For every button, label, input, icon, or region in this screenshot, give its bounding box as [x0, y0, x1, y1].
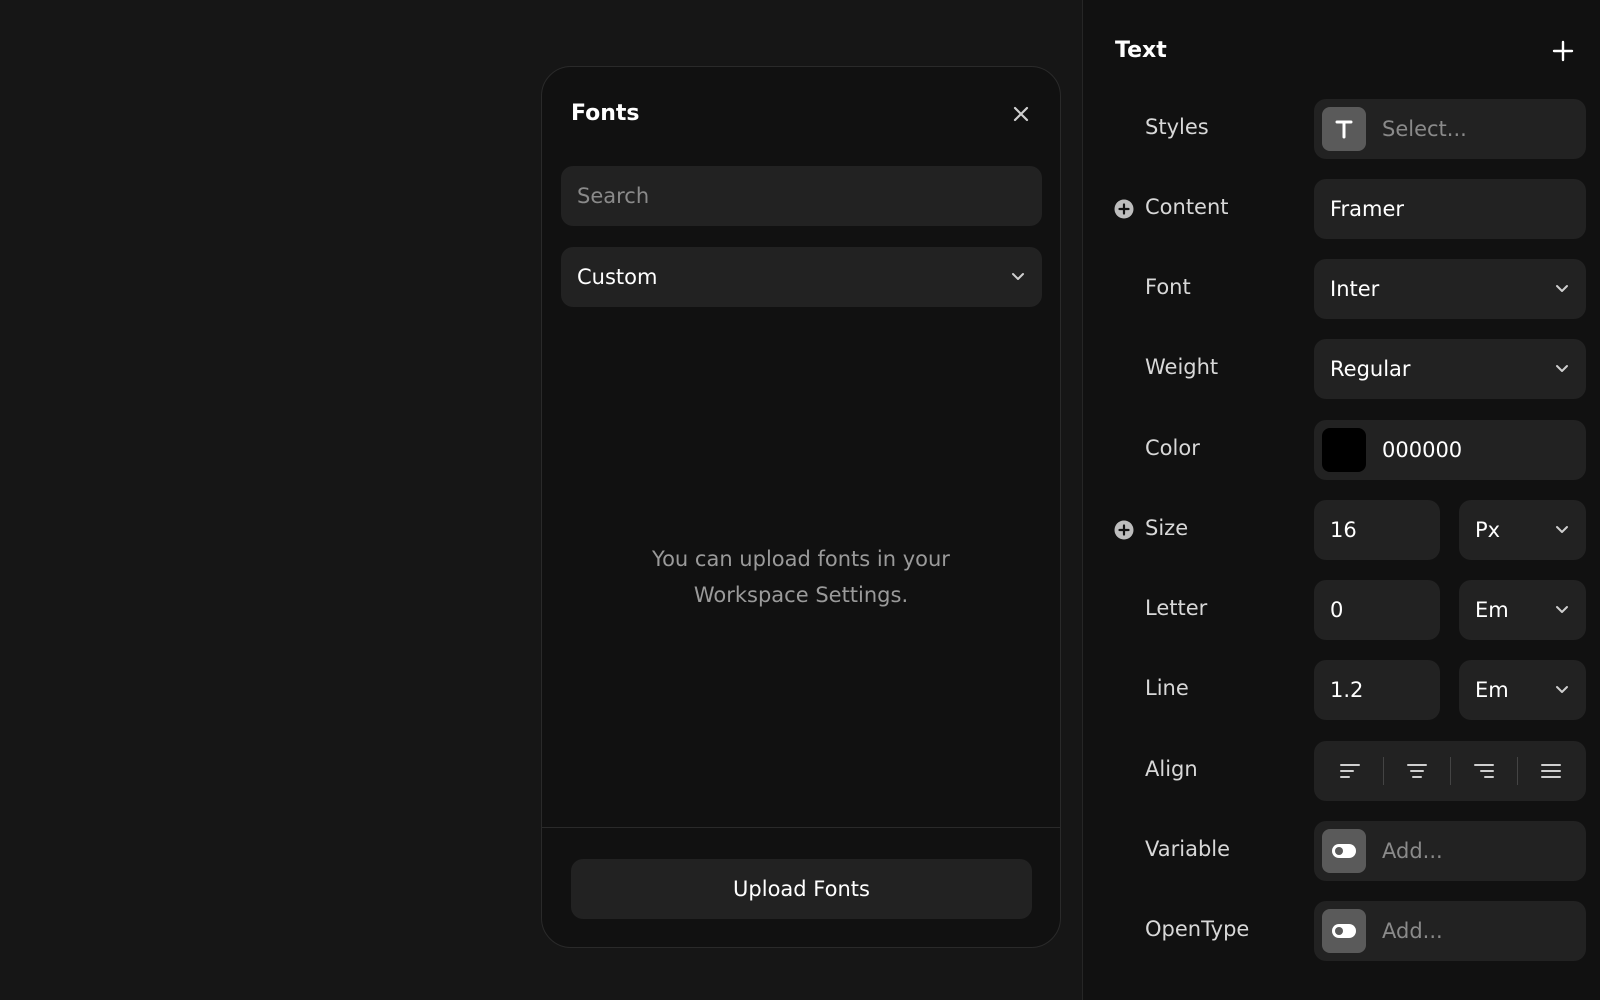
font-row: Font Inter	[1083, 259, 1600, 319]
add-text-style-button[interactable]	[1548, 36, 1578, 66]
align-label: Align	[1145, 757, 1198, 781]
size-unit-select[interactable]: Px	[1459, 500, 1586, 560]
chevron-down-icon	[1556, 365, 1568, 372]
properties-panel: Text Styles Select... Content Framer Fon…	[1082, 0, 1600, 1000]
upload-fonts-button[interactable]: Upload Fonts	[571, 859, 1032, 919]
align-separator	[1516, 757, 1518, 785]
weight-row: Weight Regular	[1083, 339, 1600, 399]
line-value: 1.2	[1330, 678, 1364, 702]
toggle-icon	[1322, 829, 1366, 873]
chevron-down-icon	[1556, 526, 1568, 533]
color-value: 000000	[1382, 438, 1463, 462]
line-unit-select[interactable]: Em	[1459, 660, 1586, 720]
styles-label: Styles	[1145, 115, 1209, 139]
styles-row: Styles Select...	[1083, 99, 1600, 159]
size-row: Size 16 Px	[1083, 500, 1600, 560]
empty-state-message: You can upload fonts in your Workspace S…	[602, 541, 1000, 613]
align-segmented-control	[1314, 741, 1586, 801]
opentype-placeholder: Add...	[1382, 919, 1443, 943]
fonts-divider	[542, 827, 1060, 828]
variable-field[interactable]: Add...	[1314, 821, 1586, 881]
add-circle-icon[interactable]	[1113, 519, 1135, 541]
opentype-label: OpenType	[1145, 917, 1250, 941]
size-unit-value: Px	[1475, 518, 1501, 542]
font-category-value: Custom	[577, 265, 658, 289]
weight-label: Weight	[1145, 355, 1219, 379]
fonts-popover: Fonts Custom You can upload fonts in you…	[541, 66, 1061, 948]
letter-label: Letter	[1145, 596, 1208, 620]
align-justify-button[interactable]	[1529, 751, 1573, 791]
chevron-down-icon	[1012, 273, 1024, 280]
opentype-row: OpenType Add...	[1083, 901, 1600, 961]
align-right-button[interactable]	[1462, 751, 1506, 791]
align-row: Align	[1083, 741, 1600, 801]
variable-placeholder: Add...	[1382, 839, 1443, 863]
align-separator	[1449, 757, 1451, 785]
color-row: Color 000000	[1083, 420, 1600, 480]
letter-unit-value: Em	[1475, 598, 1509, 622]
size-value: 16	[1330, 518, 1357, 542]
font-search-field[interactable]	[561, 166, 1042, 226]
color-swatch[interactable]	[1322, 428, 1366, 472]
variable-row: Variable Add...	[1083, 821, 1600, 881]
color-field[interactable]: 000000	[1314, 420, 1586, 480]
chevron-down-icon	[1556, 686, 1568, 693]
color-label: Color	[1145, 436, 1200, 460]
align-right-icon	[1473, 764, 1494, 778]
add-circle-icon[interactable]	[1113, 198, 1135, 220]
align-center-button[interactable]	[1395, 751, 1439, 791]
empty-state-line-2: Workspace Settings.	[693, 583, 909, 607]
font-category-select[interactable]: Custom	[561, 247, 1042, 307]
letter-row: Letter 0 Em	[1083, 580, 1600, 640]
size-label: Size	[1145, 516, 1189, 540]
letter-spacing-input[interactable]: 0	[1314, 580, 1440, 640]
variable-label: Variable	[1145, 837, 1231, 861]
toggle-icon	[1322, 909, 1366, 953]
font-select[interactable]: Inter	[1314, 259, 1586, 319]
align-left-button[interactable]	[1328, 751, 1372, 791]
size-input[interactable]: 16	[1314, 500, 1440, 560]
align-center-icon	[1406, 764, 1427, 778]
chevron-down-icon	[1556, 606, 1568, 613]
line-row: Line 1.2 Em	[1083, 660, 1600, 720]
weight-select[interactable]: Regular	[1314, 339, 1586, 399]
close-button[interactable]	[1006, 99, 1036, 129]
align-left-icon	[1339, 764, 1360, 778]
align-separator	[1382, 757, 1384, 785]
empty-state-line-1: You can upload fonts in your	[652, 547, 950, 571]
text-section-title: Text	[1115, 38, 1167, 63]
plus-icon	[1552, 40, 1574, 62]
fonts-title: Fonts	[571, 101, 640, 126]
fonts-header: Fonts	[571, 99, 1036, 129]
styles-placeholder: Select...	[1382, 117, 1467, 141]
styles-select[interactable]: Select...	[1314, 99, 1586, 159]
line-label: Line	[1145, 676, 1189, 700]
weight-value: Regular	[1330, 357, 1411, 381]
font-value: Inter	[1330, 277, 1380, 301]
font-search-input[interactable]	[577, 184, 1026, 208]
align-justify-icon	[1540, 764, 1561, 778]
opentype-field[interactable]: Add...	[1314, 901, 1586, 961]
content-row: Content Framer	[1083, 179, 1600, 239]
close-icon	[1013, 106, 1029, 122]
line-unit-value: Em	[1475, 678, 1509, 702]
content-label: Content	[1145, 195, 1229, 219]
content-field[interactable]: Framer	[1314, 179, 1586, 239]
text-style-icon	[1322, 107, 1366, 151]
content-value: Framer	[1330, 197, 1405, 221]
letter-unit-select[interactable]: Em	[1459, 580, 1586, 640]
letter-value: 0	[1330, 598, 1344, 622]
chevron-down-icon	[1556, 285, 1568, 292]
font-label: Font	[1145, 275, 1191, 299]
line-height-input[interactable]: 1.2	[1314, 660, 1440, 720]
